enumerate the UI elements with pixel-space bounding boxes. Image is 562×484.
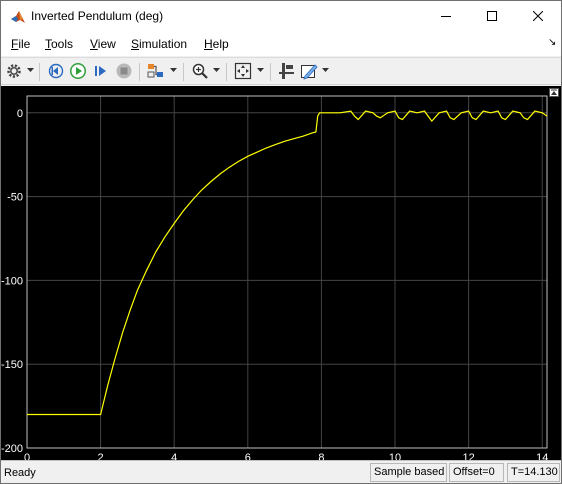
toolbar-separator [139,63,140,81]
highlight-button[interactable] [147,62,165,80]
close-button[interactable] [515,1,561,32]
y-tick-label: -100 [1,275,23,287]
restore-axes-icon[interactable] [549,88,559,97]
run-button[interactable] [69,62,87,80]
settings-icon [7,64,21,78]
dock-arrow-icon[interactable]: ↘ [548,38,556,48]
scope-plot-panel[interactable]: 0 2 4 6 8 10 12 14 0 -50 -100 -150 -200 [1,86,561,460]
x-tick-label: 14 [536,452,548,460]
zoom-icon [192,63,208,79]
scope-plot[interactable]: 0 2 4 6 8 10 12 14 0 -50 -100 -150 -200 [1,86,561,460]
run-icon [70,63,86,79]
matlab-logo-icon [10,9,26,25]
edit-style-icon [301,64,318,80]
y-tick-label: -200 [1,443,23,455]
step-forward-icon [95,66,106,76]
step-forward-button[interactable] [92,62,110,80]
cursor-measure-icon [279,63,294,79]
highlight-dropdown-icon[interactable] [170,68,177,73]
x-tick-label: 12 [462,452,474,460]
maximize-icon [487,11,497,21]
menu-bar: File Tools View Simulation Help ↘ [1,32,561,56]
menu-tools[interactable]: Tools [45,37,73,52]
menu-help[interactable]: Help [204,37,229,52]
x-tick-label: 8 [318,452,324,460]
minimize-icon [441,16,451,17]
y-tick-label: -150 [1,359,23,371]
cursor-measure-button[interactable] [278,62,296,80]
x-tick-label: 4 [171,452,177,460]
toolbar-separator [226,63,227,81]
menu-simulation[interactable]: Simulation [131,37,187,52]
zoom-button[interactable] [191,62,209,80]
step-back-icon [48,63,64,79]
toolbar-separator [183,63,184,81]
x-tick-label: 0 [24,452,30,460]
close-icon [533,11,543,21]
edit-style-dropdown-icon[interactable] [322,68,329,73]
title-bar[interactable]: Inverted Pendulum (deg) [1,1,561,32]
status-sample-mode: Sample based [370,463,447,482]
axis-ticks: 0 2 4 6 8 10 12 14 0 -50 -100 -150 -200 [1,108,548,460]
edit-style-button[interactable] [300,62,318,80]
status-bar: Ready Sample based Offset=0 T=14.130 [1,460,561,483]
menu-file[interactable]: File [11,37,30,52]
settings-dropdown-icon[interactable] [27,68,34,73]
settings-button[interactable] [5,62,23,80]
toolbar [1,57,561,85]
x-tick-label: 10 [389,452,401,460]
status-time: T=14.130 [507,463,560,482]
fit-to-view-icon [234,62,252,80]
y-tick-label: 0 [17,108,23,120]
highlight-icon [147,64,163,78]
stop-icon [116,63,132,79]
minimize-button[interactable] [423,1,469,32]
y-tick-label: -50 [7,192,23,204]
menu-view[interactable]: View [90,37,116,52]
step-back-button[interactable] [47,62,65,80]
status-offset: Offset=0 [449,463,504,482]
x-tick-label: 6 [245,452,251,460]
scope-window: Inverted Pendulum (deg) File Tools View … [0,0,562,484]
window-title: Inverted Pendulum (deg) [31,9,164,23]
stop-button[interactable] [115,62,133,80]
x-tick-label: 2 [98,452,104,460]
toolbar-separator [270,63,271,81]
toolbar-separator [39,63,40,81]
maximize-button[interactable] [469,1,515,32]
zoom-dropdown-icon[interactable] [213,68,220,73]
status-ready-text: Ready [4,467,36,479]
fit-to-view-button[interactable] [234,62,252,80]
fit-dropdown-icon[interactable] [257,68,264,73]
